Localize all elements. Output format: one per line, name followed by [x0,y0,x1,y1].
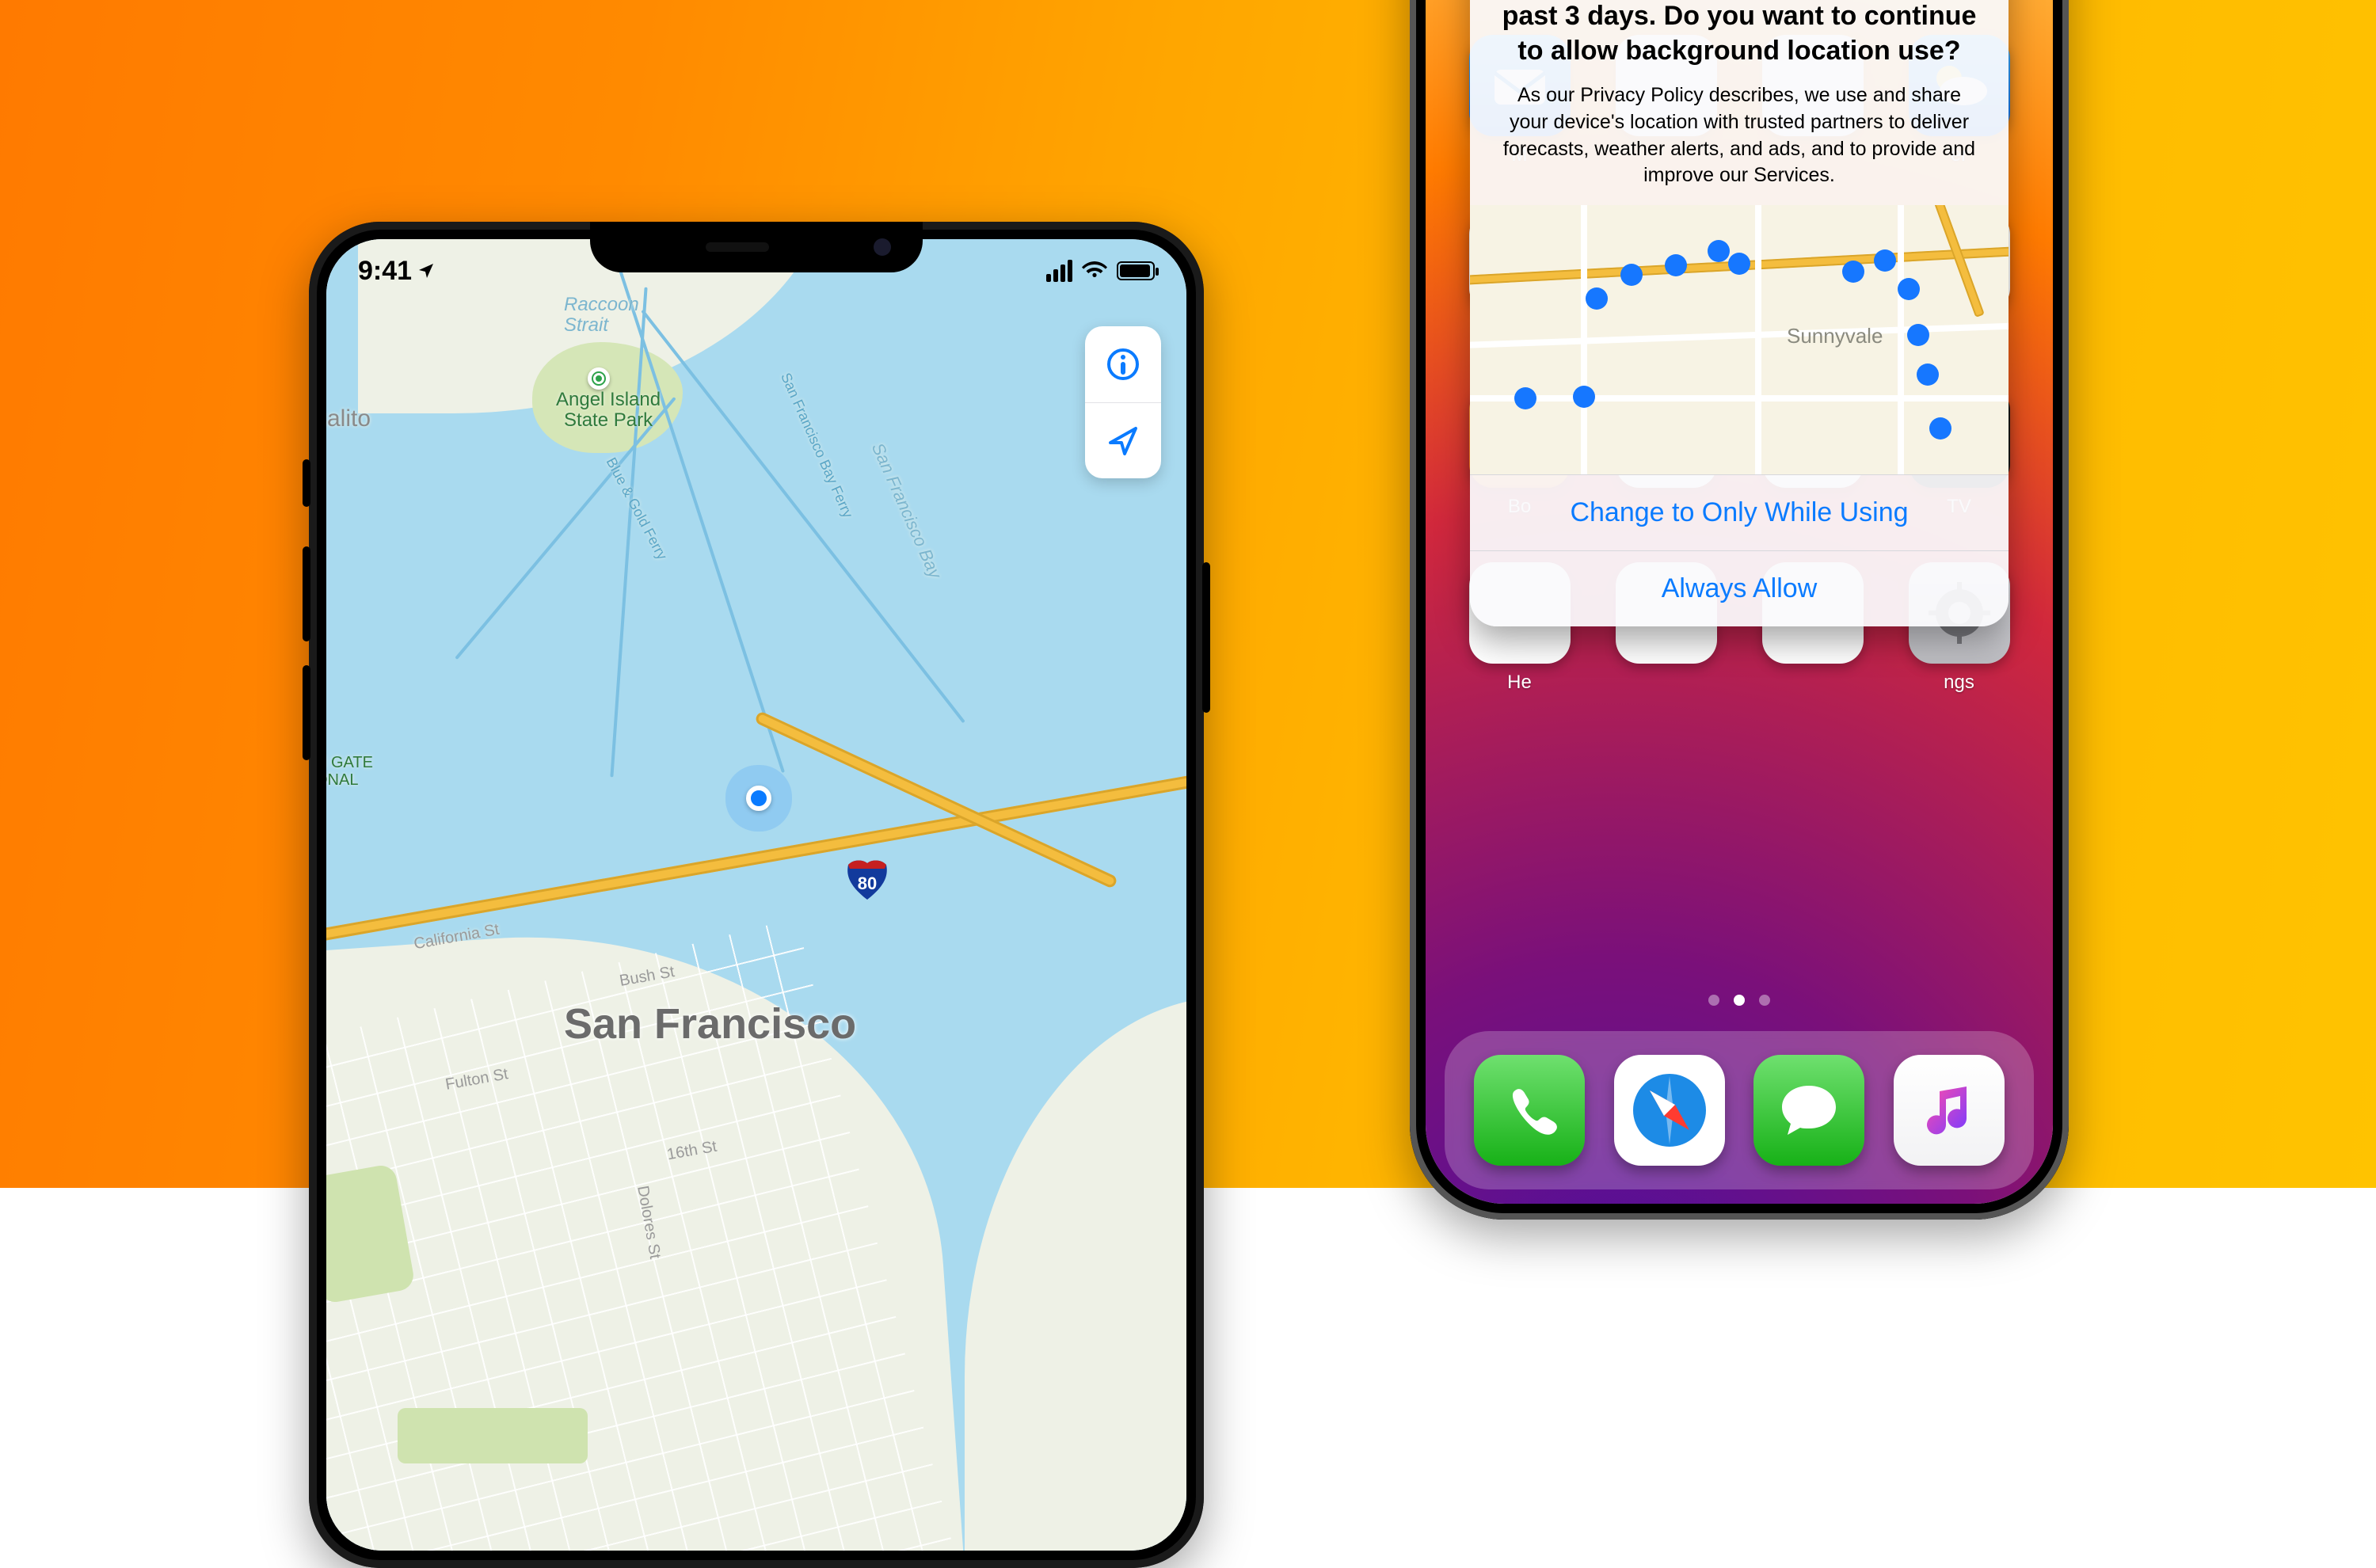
home-wallpaper: FaceTime Calendar Photos Camera M er Rem… [1426,0,2053,1204]
location-alert: "App" has used your location 14 times in… [1470,0,2009,626]
notch [590,222,923,272]
info-icon [1104,345,1142,383]
dock-app-safari[interactable] [1614,1055,1725,1166]
app-label: He [1507,672,1532,694]
interstate-number: 80 [858,873,877,894]
map-info-button[interactable] [1085,326,1161,402]
page-dot-current [1734,995,1745,1006]
map-toolbox [1085,326,1161,478]
location-point [1907,324,1929,346]
map-locate-button[interactable] [1085,402,1161,478]
battery-icon [1117,261,1155,280]
dock-app-messages[interactable] [1753,1055,1864,1166]
page-dot [1759,995,1770,1006]
alert-change-button[interactable]: Change to Only While Using [1470,474,2009,550]
label-angel-island: Angel IslandState Park [556,390,661,432]
location-point [1586,287,1608,310]
volume-up-button[interactable] [303,546,310,641]
location-arrow-icon [1104,422,1142,460]
location-point [1898,278,1920,300]
interstate-shield: 80 [845,857,889,901]
land-eastbay [965,996,1186,1551]
app-label: ngs [1944,672,1974,694]
alert-description: As our Privacy Policy describes, we use … [1497,82,1982,189]
location-point [1514,387,1536,409]
freeway-80 [326,745,1186,950]
phone-left: 9:41 [309,222,1204,1568]
location-point [1842,261,1864,283]
status-time-text: 9:41 [358,256,412,287]
user-location-dot[interactable] [746,786,771,811]
label-golden-gate: N GATEONAL [326,754,373,789]
maps-app-screen: 9:41 [326,239,1186,1551]
mini-map-label: Sunnyvale [1787,324,1883,348]
side-button[interactable] [1202,562,1210,713]
location-point [1708,240,1730,262]
label-sf-bay: San Francisco Bay [867,440,946,581]
label-raccoon-strait: RaccoonStrait [564,295,639,337]
alert-title: "App" has used your location 14 times in… [1497,0,1982,68]
location-point [1929,417,1951,440]
location-point [1874,249,1896,272]
status-icons [1046,260,1155,282]
location-arrow-icon [417,261,436,280]
wifi-icon [1082,261,1107,280]
volume-down-button[interactable] [303,665,310,760]
dock-app-music[interactable] [1894,1055,2005,1166]
alert-mini-map: Sunnyvale [1470,205,2009,474]
cellular-icon [1046,260,1072,282]
status-time: 9:41 [358,256,436,287]
dock [1445,1031,2034,1189]
page-dot [1708,995,1719,1006]
canvas: 9:41 [0,0,2376,1188]
label-city: San Francisco [564,999,856,1049]
location-point [1728,253,1750,275]
page-dots[interactable] [1426,995,2053,1006]
location-point [1573,386,1595,408]
park-golden-gate [398,1408,588,1463]
phone-right: FaceTime Calendar Photos Camera M er Rem… [1410,0,2069,1220]
park-pin-icon[interactable] [588,367,610,390]
map-canvas[interactable]: Angel IslandState Park RaccoonStrait sal… [326,239,1186,1551]
location-point [1620,264,1643,286]
dock-app-phone[interactable] [1474,1055,1585,1166]
location-point [1917,363,1939,386]
home-screen: FaceTime Calendar Photos Camera M er Rem… [1426,0,2053,1204]
location-point [1665,254,1687,276]
mute-switch[interactable] [303,459,310,507]
label-sausalito: salito [326,405,371,432]
label-blue-gold-ferry: Blue & Gold Ferry [603,455,671,562]
alert-always-button[interactable]: Always Allow [1470,550,2009,626]
